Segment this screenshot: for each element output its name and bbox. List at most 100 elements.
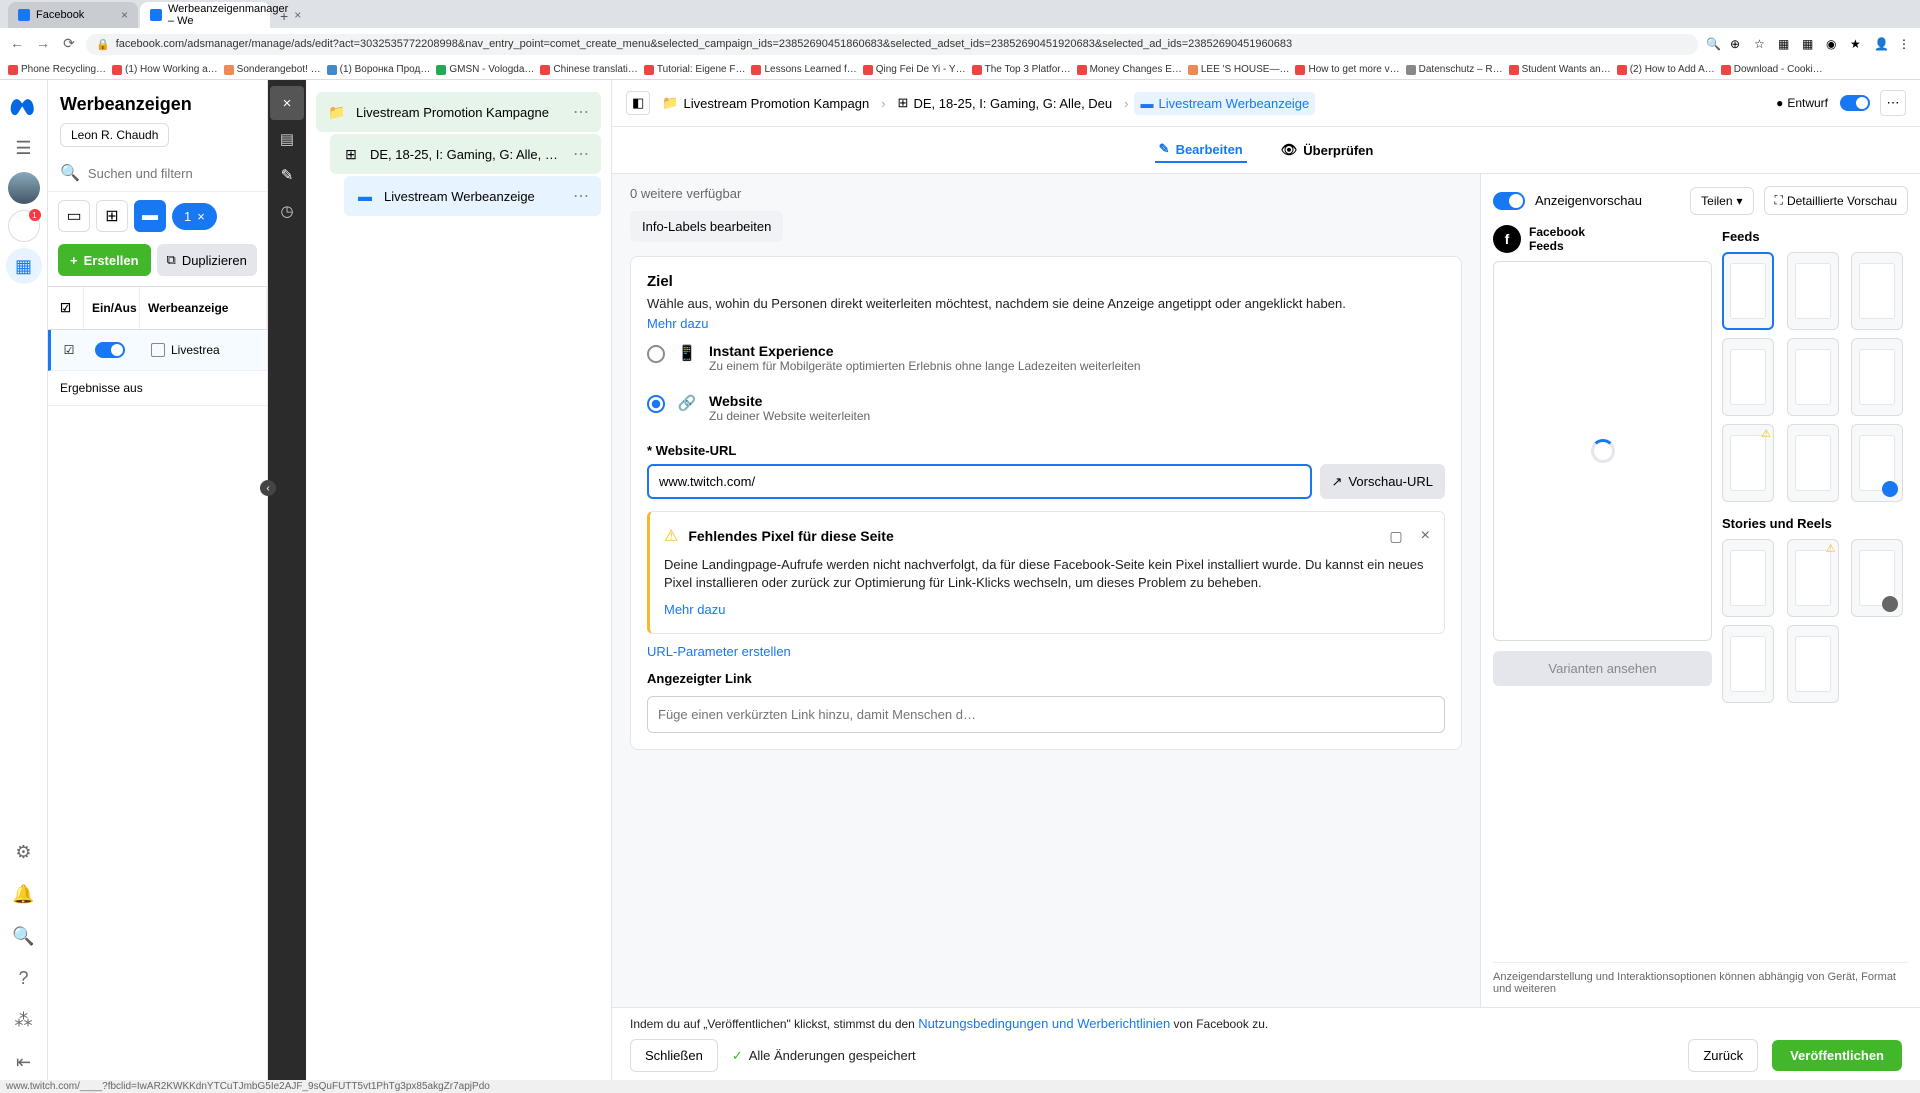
close-button[interactable]: Schließen [630,1039,718,1072]
bookmark-item[interactable]: Datenschutz – R… [1406,64,1503,75]
user-avatar[interactable] [8,172,40,204]
url-field[interactable]: 🔒 facebook.com/adsmanager/manage/ads/edi… [86,34,1698,55]
preview-url-button[interactable]: ↗ Vorschau-URL [1320,464,1445,499]
grid-view-icon[interactable]: ⊞ [96,200,128,232]
placement-thumb[interactable] [1787,338,1839,416]
display-link-input[interactable] [647,696,1445,733]
tab-edit[interactable]: ✎ Bearbeiten [1155,137,1247,163]
more-icon[interactable]: ⋯ [573,102,589,122]
placement-thumb[interactable] [1787,424,1839,502]
bookmark-item[interactable]: LEE 'S HOUSE—… [1188,64,1290,75]
feedback-icon[interactable]: ▢ [1389,528,1402,545]
menu-icon[interactable]: ☰ [6,130,42,166]
back-icon[interactable]: ← [8,35,26,53]
crumb-adset[interactable]: ⊞ DE, 18-25, I: Gaming, G: Alle, Deu [892,91,1119,115]
placement-thumb[interactable] [1722,338,1774,416]
radio-website[interactable]: 🔗 Website Zu deiner Website weiterleiten [647,383,1445,433]
chart-icon[interactable]: ▤ [270,122,304,156]
tab-review[interactable]: 👁 Überprüfen [1277,137,1378,163]
extension-icon[interactable]: ▦ [1802,37,1816,51]
profile-icon[interactable]: 👤 [1874,37,1888,51]
row-checkbox[interactable]: ☑ [51,331,87,369]
placement-thumb[interactable] [1787,625,1839,703]
bookmark-item[interactable]: The Top 3 Platfor… [972,64,1071,75]
bug-icon[interactable]: ⁂ [6,1002,42,1038]
placement-thumb[interactable] [1851,424,1903,502]
history-icon[interactable]: ◷ [270,194,304,228]
translate-icon[interactable]: ⊕ [1730,37,1744,51]
collapse-icon[interactable]: ⇤ [6,1044,42,1080]
bookmark-item[interactable]: How to get more v… [1295,64,1399,75]
list-view-icon[interactable]: ▬ [134,200,166,232]
browser-tab-facebook[interactable]: Facebook × [8,2,138,28]
star-icon[interactable]: ☆ [1754,37,1768,51]
bookmark-item[interactable]: Student Wants an… [1509,64,1611,75]
tree-ad[interactable]: ▬ Livestream Werbeanzeige ⋯ [344,176,601,216]
search-icon[interactable]: 🔍 [6,918,42,954]
tree-adset[interactable]: ⊞ DE, 18-25, I: Gaming, G: Alle, Deutsch… [330,134,601,174]
extension-icon[interactable]: ◉ [1826,37,1840,51]
bookmark-item[interactable]: (2) How to Add A… [1617,64,1715,75]
close-editor-icon[interactable]: × [270,86,304,120]
preview-toggle[interactable] [1493,192,1525,210]
more-icon[interactable]: ⋯ [1880,90,1906,116]
selection-count[interactable]: 1 × [172,203,217,230]
radio-instant-experience[interactable]: 📱 Instant Experience Zu einem für Mobilg… [647,333,1445,383]
collapse-icon[interactable]: ‹ [260,480,276,496]
tree-campaign[interactable]: 📁 Livestream Promotion Kampagne ⋯ [316,92,601,132]
zoom-icon[interactable]: 🔍 [1706,37,1720,51]
radio-input[interactable] [647,395,665,413]
placement-thumb[interactable] [1851,539,1903,617]
radio-input[interactable] [647,345,665,363]
extension-icon[interactable]: ★ [1850,37,1864,51]
website-url-input[interactable] [647,464,1312,499]
folder-view-icon[interactable]: ▭ [58,200,90,232]
placement-thumb[interactable] [1851,338,1903,416]
duplicate-button[interactable]: ⧉ Duplizieren [157,244,257,276]
close-warning-icon[interactable]: × [1421,527,1430,545]
bookmark-item[interactable]: Chinese translati… [540,64,637,75]
bookmark-item[interactable]: Tutorial: Eigene F… [644,64,746,75]
bookmark-item[interactable]: (1) Воронка Прод… [327,64,431,75]
ziel-more-link[interactable]: Mehr dazu [647,316,708,331]
edit-icon[interactable]: ✎ [270,158,304,192]
placement-thumb[interactable]: ⚠ [1722,424,1774,502]
checkbox-header[interactable]: ☑ [48,287,84,329]
info-labels-button[interactable]: Info-Labels bearbeiten [630,211,783,242]
clear-icon[interactable]: × [197,209,205,224]
back-button[interactable]: Zurück [1688,1039,1758,1072]
bookmark-item[interactable]: Download - Cooki… [1721,64,1823,75]
search-input[interactable] [88,166,264,181]
bookmark-item[interactable]: Money Changes E… [1077,64,1182,75]
tab-close-icon[interactable]: × [121,8,128,22]
onoff-header[interactable]: Ein/Aus [84,287,140,329]
bell-icon[interactable]: 🔔 [6,876,42,912]
publish-button[interactable]: Veröffentlichen [1772,1040,1902,1071]
forward-icon[interactable]: → [34,35,52,53]
create-button[interactable]: + Erstellen [58,244,151,276]
placement-thumb[interactable] [1722,252,1774,330]
panel-toggle-icon[interactable]: ◧ [626,91,650,115]
bookmark-item[interactable]: (1) How Working a… [112,64,218,75]
share-button[interactable]: Teilen ▾ [1690,187,1753,215]
bookmark-item[interactable]: Lessons Learned f… [751,64,856,75]
new-tab-button[interactable]: + [272,4,296,28]
placement-thumb[interactable] [1722,625,1774,703]
bookmark-item[interactable]: Qing Fei De Yi - Y… [863,64,966,75]
account-selector[interactable]: Leon R. Chaudh [60,123,169,147]
settings-icon[interactable]: ⚙ [6,834,42,870]
detailed-preview-button[interactable]: ⛶ Detaillierte Vorschau [1764,186,1908,215]
reload-icon[interactable]: ⟳ [60,35,78,53]
bookmark-item[interactable]: Phone Recycling… [8,64,106,75]
terms-link[interactable]: Nutzungsbedingungen und Werberichtlinien [918,1016,1170,1031]
extension-icon[interactable]: ▦ [1778,37,1792,51]
menu-icon[interactable]: ⋮ [1898,37,1912,51]
row-toggle[interactable] [95,342,125,358]
meta-logo[interactable] [8,92,40,124]
ad-row[interactable]: ☑ Livestrea [48,330,267,371]
more-icon[interactable]: ⋯ [573,186,589,206]
bookmark-item[interactable]: Sonderangebot! … [224,64,321,75]
ads-manager-icon[interactable]: ▦ [6,248,42,284]
crumb-campaign[interactable]: 📁 Livestream Promotion Kampagn [656,91,875,115]
url-params-link[interactable]: URL-Parameter erstellen [647,644,791,659]
